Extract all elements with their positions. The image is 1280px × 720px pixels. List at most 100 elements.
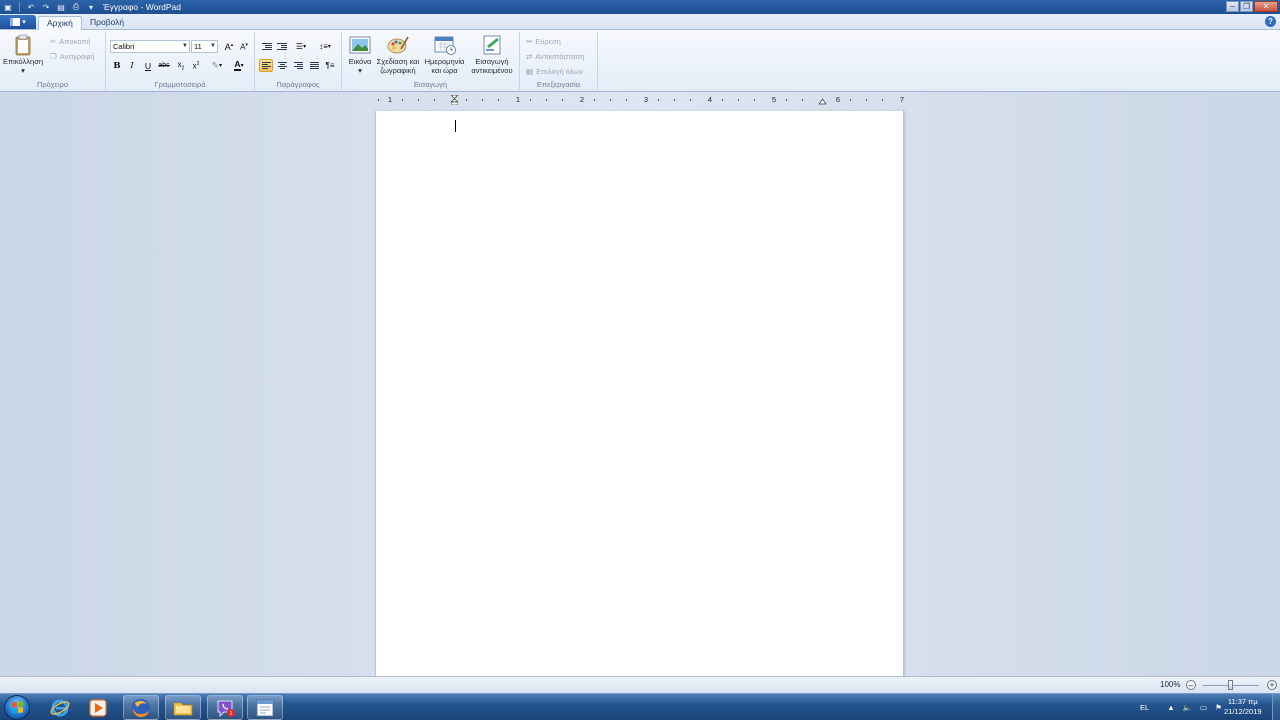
show-hidden-icons-icon[interactable]: ▲ — [1167, 703, 1174, 712]
taskbar-wordpad[interactable] — [247, 695, 283, 720]
font-family-select[interactable]: Calibri ▼ — [110, 40, 190, 53]
highlight-color-button[interactable]: ✎ ▾ — [207, 59, 227, 72]
increase-indent-button[interactable] — [275, 40, 289, 53]
clipboard-group: Επικόλληση ▾ ✂ Αποκοπή ❐ Αντιγραφή Πρόχε… — [0, 32, 106, 90]
align-right-button[interactable] — [291, 59, 305, 72]
shrink-font-button[interactable]: A▾ — [237, 40, 251, 53]
window-title: Έγγραφο - WordPad — [103, 2, 181, 12]
right-indent-marker-icon[interactable] — [819, 95, 826, 105]
help-icon[interactable]: ? — [1265, 16, 1276, 27]
shrink-font-icon: A▾ — [240, 41, 248, 52]
select-all-button[interactable]: ▦ Επιλογή όλων — [526, 67, 583, 76]
taskbar: 1 EL ▲ 🔈 ▭ ⚑ 11:37 πμ 21/12/2019 — [0, 693, 1280, 720]
ruler-tick — [546, 99, 547, 101]
subscript-button[interactable]: x2 — [174, 59, 188, 72]
undo-icon[interactable]: ↶ — [25, 2, 37, 13]
ruler-tick — [482, 99, 483, 101]
taskbar-clock[interactable]: 11:37 πμ 21/12/2019 — [1224, 697, 1262, 717]
find-button[interactable]: ⚯ Εύρεση — [526, 37, 561, 46]
insert-picture-button[interactable]: Εικόνα ▾ — [345, 34, 375, 75]
save-icon[interactable]: ▤ — [55, 2, 67, 13]
decrease-indent-button[interactable] — [260, 40, 274, 53]
bold-button[interactable]: B — [110, 59, 124, 72]
paragraph-settings-icon: ¶≡ — [325, 61, 335, 70]
taskbar-file-explorer[interactable] — [165, 695, 201, 720]
indent-marker-icon[interactable] — [451, 95, 458, 105]
taskbar-media-player[interactable] — [80, 695, 116, 720]
application-menu-button[interactable]: ▾ — [0, 15, 36, 29]
paste-button[interactable]: Επικόλληση ▾ — [3, 34, 43, 76]
grow-font-icon: A▴ — [224, 41, 234, 52]
ruler-label: 7 — [899, 95, 905, 104]
superscript-button[interactable]: x2 — [189, 59, 203, 72]
ruler-tick — [786, 99, 787, 101]
date-time-button[interactable]: Ημερομηνία και ώρα — [422, 34, 467, 75]
ruler-tick — [738, 99, 739, 101]
show-desktop-button[interactable] — [1272, 694, 1280, 720]
underline-button[interactable]: U — [141, 59, 155, 72]
close-button[interactable]: ✕ — [1254, 1, 1278, 12]
ruler-tick — [802, 99, 803, 101]
ruler-tick — [402, 99, 403, 101]
taskbar-viber[interactable]: 1 — [207, 695, 243, 720]
action-center-flag-icon[interactable]: ⚑ — [1215, 703, 1222, 712]
document-page[interactable] — [375, 111, 904, 677]
cut-button[interactable]: ✂ Αποκοπή — [50, 37, 91, 46]
start-button[interactable] — [4, 695, 30, 720]
line-spacing-button[interactable]: ↕≡ ▾ — [315, 40, 335, 53]
zoom-out-button[interactable]: – — [1186, 680, 1196, 690]
zoom-slider-thumb[interactable] — [1228, 680, 1233, 690]
ruler-tick — [882, 99, 883, 101]
paste-dropdown-icon[interactable]: ▾ — [21, 66, 25, 76]
customize-dropdown-icon[interactable]: ▾ — [85, 2, 97, 13]
copy-button[interactable]: ❐ Αντιγραφή — [50, 52, 94, 61]
viber-icon: 1 — [217, 700, 235, 717]
ruler-tick — [690, 99, 691, 101]
taskbar-internet-explorer[interactable] — [42, 695, 78, 720]
network-icon[interactable]: ▭ — [1200, 703, 1207, 712]
chevron-down-icon: ▾ — [358, 65, 362, 75]
ruler-tick — [434, 99, 435, 101]
replace-icon: ⇄ — [526, 52, 533, 61]
ruler-tick — [850, 99, 851, 101]
redo-icon[interactable]: ↷ — [40, 2, 52, 13]
font-color-button[interactable]: A ▾ — [229, 59, 249, 72]
justify-button[interactable] — [307, 59, 321, 72]
bullet-list-button[interactable]: ☰ ▾ — [291, 40, 311, 53]
calendar-clock-icon — [434, 36, 456, 55]
align-center-button[interactable] — [275, 59, 289, 72]
system-menu-icon[interactable]: ▣ — [2, 2, 14, 13]
language-indicator[interactable]: EL — [1140, 703, 1149, 712]
grow-font-button[interactable]: A▴ — [222, 40, 236, 53]
taskbar-firefox[interactable] — [123, 695, 159, 720]
paint-drawing-button[interactable]: Σχεδίαση και ζωγραφική — [374, 34, 422, 75]
editing-group-label: Επεξεργασία — [536, 80, 581, 89]
tab-home[interactable]: Αρχική — [38, 16, 82, 30]
insert-group-label: Εισαγωγή — [413, 80, 448, 89]
volume-icon[interactable]: 🔈 — [1183, 703, 1192, 712]
print-preview-icon[interactable]: ⎙ — [70, 2, 82, 13]
minimize-button[interactable]: – — [1226, 1, 1239, 12]
ruler-tick — [754, 99, 755, 101]
restore-button[interactable]: ❐ — [1240, 1, 1253, 12]
align-left-button[interactable] — [259, 59, 273, 72]
ruler-label: 1 — [387, 95, 393, 104]
insert-object-button[interactable]: Εισαγωγή αντικειμένου — [467, 34, 517, 75]
italic-button[interactable]: I — [125, 59, 139, 72]
align-left-icon — [261, 62, 271, 69]
ruler-tick — [530, 99, 531, 101]
font-family-value: Calibri — [113, 42, 135, 51]
strikethrough-button[interactable]: abc — [157, 59, 171, 72]
ruler[interactable]: 1 1 2 3 4 5 6 7 — [375, 95, 905, 105]
chevron-down-icon: ▾ — [327, 44, 331, 50]
font-size-select[interactable]: 11 ▼ — [191, 40, 218, 53]
clock-date: 21/12/2019 — [1224, 707, 1262, 716]
zoom-in-button[interactable]: + — [1267, 680, 1277, 690]
paragraph-settings-button[interactable]: ¶≡ — [323, 59, 337, 72]
replace-button[interactable]: ⇄ Αντικατάσταση — [526, 52, 584, 61]
select-all-icon: ▦ — [526, 67, 534, 76]
chevron-down-icon: ▾ — [219, 63, 223, 69]
tab-view[interactable]: Προβολή — [82, 16, 132, 30]
media-player-icon — [89, 698, 107, 717]
object-label-line2: αντικειμένου — [471, 65, 513, 75]
